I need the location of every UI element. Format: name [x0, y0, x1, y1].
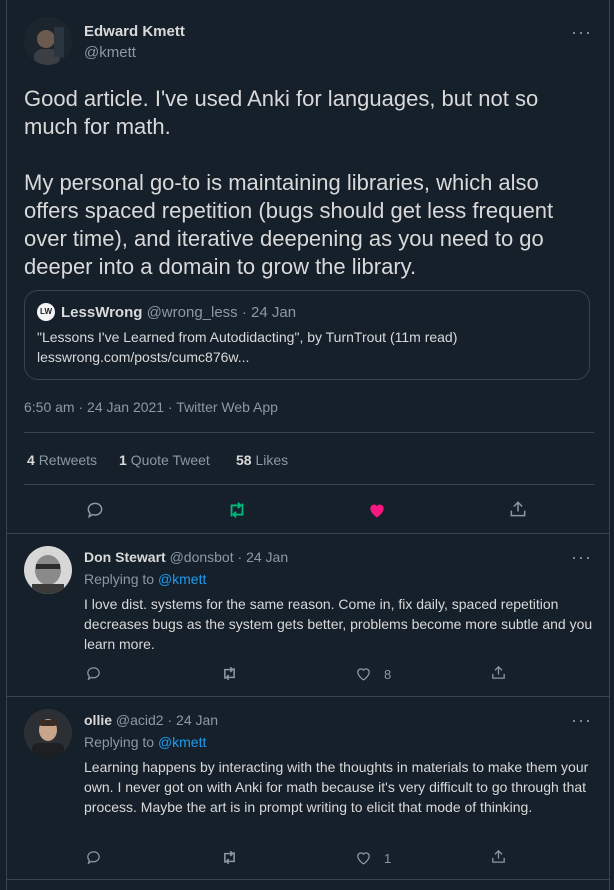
quote-text: "Lessons I've Learned from Autodidacting… [37, 329, 458, 345]
reply-author-handle[interactable]: @donsbot [170, 549, 234, 565]
logo-text: LW [40, 307, 52, 316]
retweet-icon[interactable] [220, 849, 239, 866]
like-count: 1 [384, 851, 392, 866]
tweet-text-paragraph: My personal go-to is maintaining librari… [24, 170, 554, 279]
retweets-label: Retweets [38, 452, 98, 468]
share-icon[interactable] [490, 664, 507, 681]
tweet-thread: Edward Kmett @kmett ··· Good article. I'… [6, 0, 610, 890]
reply-date[interactable]: · 24 Jan [167, 712, 218, 728]
reply-icon[interactable] [85, 500, 105, 520]
quote-link[interactable]: lesswrong.com/posts/cumc876w... [37, 349, 249, 365]
divider [7, 879, 609, 880]
share-icon[interactable] [490, 848, 507, 865]
retweet-icon[interactable] [220, 665, 239, 682]
like-icon[interactable] [367, 500, 387, 520]
lesswrong-logo: LW [37, 303, 55, 321]
share-icon[interactable] [508, 499, 528, 519]
divider [24, 484, 594, 485]
reply-author-handle[interactable]: @acid2 [116, 712, 164, 728]
likes-label: Likes [255, 452, 289, 468]
likes-count: 58 [236, 452, 252, 468]
tweet-text-paragraph: Good article. I've used Anki for languag… [24, 86, 539, 139]
replying-to: Replying to @kmett [84, 571, 206, 587]
replying-to-link[interactable]: @kmett [158, 571, 206, 587]
divider [24, 432, 594, 433]
tweet-timestamp[interactable]: 6:50 am · 24 Jan 2021 · Twitter Web App [24, 399, 278, 415]
likes-stat[interactable]: 58 Likes [236, 452, 288, 468]
quote-header: LessWrong @wrong_less · 24 Jan [61, 304, 296, 321]
reply-text: I love dist. systems for the same reason… [84, 596, 593, 652]
author-name[interactable]: Edward Kmett [84, 23, 185, 40]
more-options-icon[interactable]: ··· [571, 711, 592, 729]
quote-author-handle[interactable]: @wrong_less [147, 304, 238, 321]
quote-date[interactable]: · 24 Jan [242, 304, 296, 321]
more-options-icon[interactable]: ··· [571, 548, 592, 566]
quotes-count: 1 [119, 452, 127, 468]
divider [7, 533, 609, 534]
retweets-stat[interactable]: 4 Retweets [27, 452, 97, 468]
reply-date[interactable]: · 24 Jan [238, 549, 289, 565]
more-options-icon[interactable]: ··· [571, 23, 592, 41]
avatar[interactable] [24, 546, 72, 594]
reply-header: Don Stewart @donsbot · 24 Jan [84, 549, 288, 565]
quote-author-name[interactable]: LessWrong [61, 304, 142, 321]
quotes-stat[interactable]: 1 Quote Tweet [119, 452, 210, 468]
replying-prefix: Replying to [84, 571, 155, 587]
retweet-icon[interactable] [226, 500, 248, 520]
replying-to: Replying to @kmett [84, 734, 206, 750]
replying-prefix: Replying to [84, 734, 155, 750]
divider [7, 696, 609, 697]
reply-icon[interactable] [85, 849, 102, 866]
like-icon[interactable] [355, 849, 372, 866]
reply-author-name[interactable]: Don Stewart [84, 549, 166, 565]
reply-icon[interactable] [85, 665, 102, 682]
replying-to-link[interactable]: @kmett [158, 734, 206, 750]
retweets-count: 4 [27, 452, 35, 468]
reply-header: ollie @acid2 · 24 Jan [84, 712, 218, 728]
reply-text: Learning happens by interacting with the… [84, 759, 589, 815]
like-icon[interactable] [355, 665, 372, 682]
reply-author-name[interactable]: ollie [84, 712, 112, 728]
author-handle[interactable]: @kmett [84, 44, 136, 61]
quotes-label: Quote Tweet [130, 452, 210, 468]
avatar[interactable] [24, 709, 72, 757]
avatar[interactable] [24, 17, 72, 65]
like-count: 8 [384, 667, 392, 682]
